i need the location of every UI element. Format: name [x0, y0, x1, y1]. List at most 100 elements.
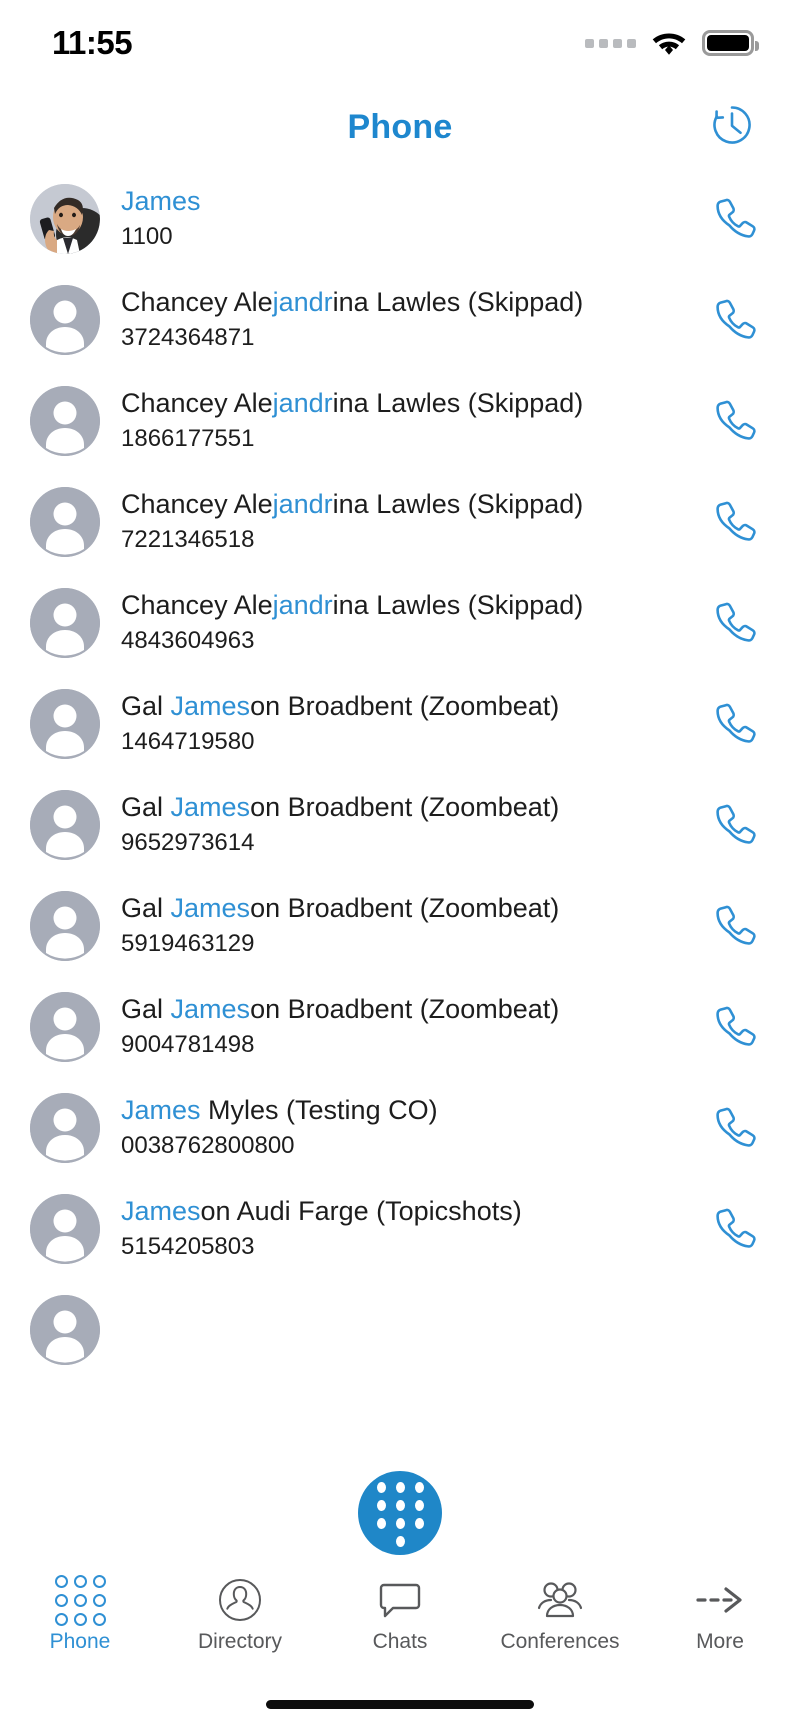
default-person-avatar-icon	[30, 789, 100, 860]
contact-name-match: James	[170, 690, 251, 721]
contact-row[interactable]: Chancey Alejandrina Lawles (Skippad) 7221…	[0, 471, 800, 572]
signal-dots-icon	[585, 38, 636, 48]
default-person-avatar	[30, 688, 100, 759]
contact-text: Gal Jameson Broadbent (Zoombeat) 59194631…	[121, 893, 694, 958]
tab-label: Conferences	[500, 1630, 620, 1653]
contact-row[interactable]: James 1100	[0, 168, 800, 269]
default-person-avatar	[30, 486, 100, 557]
default-person-avatar-icon	[30, 890, 100, 961]
call-button[interactable]	[704, 290, 764, 350]
contact-name-match: James	[121, 1195, 201, 1226]
call-button[interactable]	[704, 694, 764, 754]
contact-number: 7221346518	[121, 525, 255, 553]
default-person-avatar	[30, 789, 100, 860]
call-button[interactable]	[704, 492, 764, 552]
chat-bubble-icon	[378, 1577, 422, 1623]
contact-name-prefix: Gal	[121, 993, 171, 1024]
contact-name-prefix: Chancey Ale	[121, 387, 273, 418]
contact-list[interactable]: James 1100 Chancey Alejandrina Lawles (Ski…	[0, 168, 800, 1457]
contact-text: James 1100	[121, 186, 694, 251]
contact-text: Chancey Alejandrina Lawles (Skippad) 7221…	[121, 489, 694, 554]
call-button[interactable]	[704, 997, 764, 1057]
default-person-avatar	[30, 1193, 100, 1264]
default-person-avatar	[30, 991, 100, 1062]
photo-avatar-man-on-phone-icon	[30, 183, 100, 254]
tab-more[interactable]: More	[640, 1577, 800, 1654]
chat-bubble-icon	[379, 1583, 421, 1618]
dashed-arrow-icon	[695, 1577, 745, 1623]
contact-name-suffix: on Audi Farge (Topicshots)	[200, 1195, 522, 1226]
call-button[interactable]	[704, 593, 764, 653]
contact-row[interactable]: James Myles (Testing CO) 0038762800800	[0, 1077, 800, 1178]
contact-row[interactable]: Chancey Alejandrina Lawles (Skippad) 4843…	[0, 572, 800, 673]
call-button[interactable]	[704, 1300, 764, 1360]
contact-name-match: jandr	[272, 286, 333, 317]
default-person-avatar	[30, 284, 100, 355]
contact-name-suffix: Myles (Testing CO)	[200, 1094, 438, 1125]
contact-name-prefix: Chancey Ale	[121, 286, 273, 317]
default-person-avatar	[30, 587, 100, 658]
dialpad-grid-icon	[54, 1574, 106, 1626]
contact-name: James	[121, 186, 694, 218]
contact-number: 5154205803	[121, 1232, 255, 1260]
contact-name: Gal Jameson Broadbent (Zoombeat)	[121, 792, 694, 824]
bottom-tab-bar[interactable]: Phone Directory Chats Conferences More	[0, 1569, 800, 1677]
contact-name-prefix: Chancey Ale	[121, 589, 273, 620]
home-indicator-area	[0, 1677, 800, 1731]
call-button[interactable]	[704, 1098, 764, 1158]
contact-row[interactable]	[0, 1279, 800, 1380]
person-circle-icon	[218, 1577, 262, 1623]
call-button[interactable]	[704, 795, 764, 855]
group-people-icon	[536, 1577, 584, 1623]
default-person-avatar	[30, 1294, 100, 1365]
contact-name-suffix: ina Lawles (Skippad)	[332, 387, 584, 418]
call-button[interactable]	[704, 1199, 764, 1259]
default-person-avatar	[30, 890, 100, 961]
page-title: Phone	[347, 107, 453, 146]
contact-name-suffix: on Broadbent (Zoombeat)	[250, 690, 560, 721]
tab-chats[interactable]: Chats	[320, 1577, 480, 1654]
phone-app-screen: 11:55 Phone James 1100 Chancey Alejandri…	[0, 0, 800, 1731]
dialpad-fab-button[interactable]	[358, 1471, 442, 1555]
contact-name-match: James	[121, 185, 201, 216]
tab-label: Chats	[372, 1630, 428, 1653]
contact-name-prefix: Gal	[121, 690, 171, 721]
tab-conferences[interactable]: Conferences	[480, 1577, 640, 1654]
contact-name-match: jandr	[272, 387, 333, 418]
tab-phone[interactable]: Phone	[0, 1574, 160, 1654]
contact-name: Chancey Alejandrina Lawles (Skippad)	[121, 590, 694, 622]
call-button[interactable]	[704, 391, 764, 451]
call-button[interactable]	[704, 896, 764, 956]
contact-row[interactable]: Chancey Alejandrina Lawles (Skippad) 1866…	[0, 370, 800, 471]
contact-row[interactable]: Gal Jameson Broadbent (Zoombeat) 14647195…	[0, 673, 800, 774]
dialpad-fab-area	[0, 1457, 800, 1569]
contact-number: 5919463129	[121, 929, 255, 957]
contact-name-match: James	[121, 1094, 201, 1125]
photo-avatar-man-on-phone	[30, 183, 100, 254]
contact-row[interactable]: Gal Jameson Broadbent (Zoombeat) 90047814…	[0, 976, 800, 1077]
contact-name-suffix: on Broadbent (Zoombeat)	[250, 892, 560, 923]
call-button[interactable]	[704, 189, 764, 249]
contact-row[interactable]: Gal Jameson Broadbent (Zoombeat) 96529736…	[0, 774, 800, 875]
phone-handset-glyph	[716, 703, 756, 743]
contact-text: Gal Jameson Broadbent (Zoombeat) 14647195…	[121, 691, 694, 756]
contact-name: Gal Jameson Broadbent (Zoombeat)	[121, 893, 694, 925]
home-indicator-bar[interactable]	[266, 1699, 534, 1709]
contact-name: Chancey Alejandrina Lawles (Skippad)	[121, 287, 694, 319]
phone-handset-glyph	[716, 1208, 756, 1248]
call-history-clock-icon	[707, 100, 757, 155]
default-person-avatar-icon	[30, 1092, 100, 1163]
status-bar-clock: 11:55	[52, 24, 133, 61]
wifi-icon	[650, 27, 688, 60]
contact-name-match: jandr	[272, 488, 333, 519]
nav-header: Phone	[0, 86, 800, 168]
contact-row[interactable]: Jameson Audi Farge (Topicshots) 515420580…	[0, 1178, 800, 1279]
call-history-button[interactable]	[704, 99, 760, 155]
contact-row[interactable]: Gal Jameson Broadbent (Zoombeat) 59194631…	[0, 875, 800, 976]
contact-row[interactable]: Chancey Alejandrina Lawles (Skippad) 3724…	[0, 269, 800, 370]
tab-directory[interactable]: Directory	[160, 1577, 320, 1654]
tab-label: Phone	[49, 1630, 111, 1653]
phone-handset-glyph	[716, 400, 756, 440]
contact-number: 3724364871	[121, 323, 255, 351]
person-circle-icon	[219, 1579, 261, 1621]
